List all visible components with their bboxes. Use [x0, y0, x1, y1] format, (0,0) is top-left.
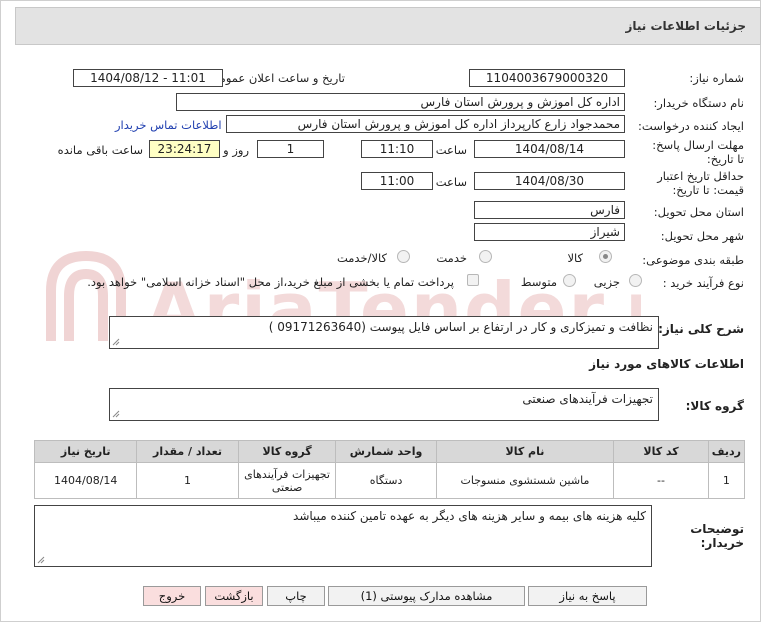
- description-text: نظافت و تمیزکاری و کار در ارتفاع بر اساس…: [268, 320, 653, 334]
- resize-grip-icon[interactable]: [112, 410, 120, 418]
- page-title: جزئیات اطلاعات نیاز: [625, 19, 746, 33]
- deadline-date-field: 1404/08/14: [474, 140, 625, 158]
- need-number-label: شماره نیاز:: [689, 71, 744, 85]
- col-header-row-number: ردیف: [707, 440, 746, 463]
- validity-date-field: 1404/08/30: [474, 172, 625, 190]
- col-header-unit: واحد شمارش: [335, 440, 437, 463]
- col-header-quantity: تعداد / مقدار: [136, 440, 239, 463]
- treasury-payment-note: پرداخت تمام یا بخشی از مبلغ خرید،از محل …: [87, 275, 454, 289]
- cell-group: تجهیزات فرآیندهای صنعتی: [237, 462, 337, 499]
- deadline-time-label: ساعت: [435, 143, 467, 157]
- cell-row-number: 1: [707, 462, 746, 499]
- col-header-name: نام کالا: [435, 440, 615, 463]
- days-label: روز و: [223, 143, 249, 157]
- validity-time-label: ساعت: [435, 175, 467, 189]
- city-label: شهر محل تحویل:: [660, 229, 744, 243]
- category-goods-label: کالا: [567, 251, 583, 265]
- col-header-need-date: تاریخ نیاز: [33, 440, 138, 463]
- goods-section-title: اطلاعات کالاهای مورد نیاز: [589, 357, 744, 371]
- category-goods-service-label: کالا/خدمت: [336, 251, 387, 265]
- announce-datetime-field: 1404/08/12 - 11:01: [73, 69, 223, 87]
- goods-table: ردیف کد کالا نام کالا واحد شمارش گروه کا…: [33, 440, 746, 499]
- deadline-label: مهلت ارسال پاسخ: تا تاریخ:: [652, 138, 744, 166]
- description-label: شرح کلی نیاز:: [658, 322, 744, 336]
- days-remaining-field: 1: [257, 140, 324, 158]
- resize-grip-icon[interactable]: [112, 338, 120, 346]
- validity-label: حداقل تاریخ اعتبار قیمت: تا تاریخ:: [657, 169, 744, 197]
- buyer-notes-label: توضیحات خریدار:: [690, 522, 744, 550]
- resize-grip-icon[interactable]: [37, 556, 45, 564]
- buyer-org-field: اداره کل اموزش و پرورش استان فارس: [176, 93, 625, 111]
- category-goods-radio[interactable]: [599, 250, 612, 263]
- cell-need-date: 1404/08/14: [33, 462, 138, 499]
- requester-label: ایجاد کننده درخواست:: [638, 119, 744, 133]
- process-type-label: نوع فرآیند خرید :: [662, 276, 744, 290]
- contact-info-link[interactable]: اطلاعات تماس خریدار: [115, 118, 222, 132]
- table-row: 1 -- ماشین شستشوی منسوجات دستگاه تجهیزات…: [33, 462, 746, 499]
- deadline-time-field: 11:10: [361, 140, 433, 158]
- description-textarea: نظافت و تمیزکاری و کار در ارتفاع بر اساس…: [109, 316, 659, 349]
- goods-group-text: تجهیزات فرآیندهای صنعتی: [522, 392, 653, 406]
- need-number-field: 1104003679000320: [469, 69, 625, 87]
- process-minor-radio[interactable]: [629, 274, 642, 287]
- announce-label: تاریخ و ساعت اعلان عمومی:: [206, 71, 345, 85]
- buyer-notes-textarea: کلیه هزینه های بیمه و سایر هزینه های دیگ…: [34, 505, 652, 567]
- page-header: جزئیات اطلاعات نیاز: [15, 7, 761, 45]
- cell-name: ماشین شستشوی منسوجات: [435, 462, 615, 499]
- print-button[interactable]: چاپ: [267, 586, 325, 606]
- city-field: شیراز: [474, 223, 625, 241]
- exit-button[interactable]: خروج: [143, 586, 201, 606]
- buyer-org-label: نام دستگاه خریدار:: [653, 96, 744, 110]
- goods-group-textarea: تجهیزات فرآیندهای صنعتی: [109, 388, 659, 421]
- category-service-label: خدمت: [436, 251, 467, 265]
- process-medium-label: متوسط: [520, 275, 557, 289]
- col-header-group: گروه کالا: [237, 440, 337, 463]
- reply-button[interactable]: پاسخ به نیاز: [528, 586, 647, 606]
- remaining-time-label: ساعت باقی مانده: [57, 143, 143, 157]
- cell-code: --: [613, 462, 709, 499]
- remaining-time-field: 23:24:17: [149, 140, 220, 158]
- process-minor-label: جزیی: [593, 275, 620, 289]
- category-label: طبقه بندی موضوعی:: [642, 253, 744, 267]
- category-goods-service-radio[interactable]: [397, 250, 410, 263]
- process-medium-radio[interactable]: [563, 274, 576, 287]
- page-frame: جزئیات اطلاعات نیاز AriaTender.neT شماره…: [0, 0, 761, 622]
- province-field: فارس: [474, 201, 625, 219]
- cell-quantity: 1: [136, 462, 239, 499]
- view-attachments-button[interactable]: مشاهده مدارک پیوستی (1): [328, 586, 525, 606]
- validity-time-field: 11:00: [361, 172, 433, 190]
- back-button[interactable]: بازگشت: [205, 586, 263, 606]
- buyer-notes-text: کلیه هزینه های بیمه و سایر هزینه های دیگ…: [293, 509, 646, 523]
- treasury-payment-checkbox[interactable]: [467, 274, 479, 286]
- goods-group-label: گروه کالا:: [685, 399, 744, 413]
- category-service-radio[interactable]: [479, 250, 492, 263]
- province-label: استان محل تحویل:: [653, 205, 744, 219]
- requester-field: محمدجواد زارع کارپرداز اداره کل اموزش و …: [226, 115, 625, 133]
- col-header-code: کد کالا: [613, 440, 709, 463]
- cell-unit: دستگاه: [335, 462, 437, 499]
- table-header-row: ردیف کد کالا نام کالا واحد شمارش گروه کا…: [33, 440, 746, 463]
